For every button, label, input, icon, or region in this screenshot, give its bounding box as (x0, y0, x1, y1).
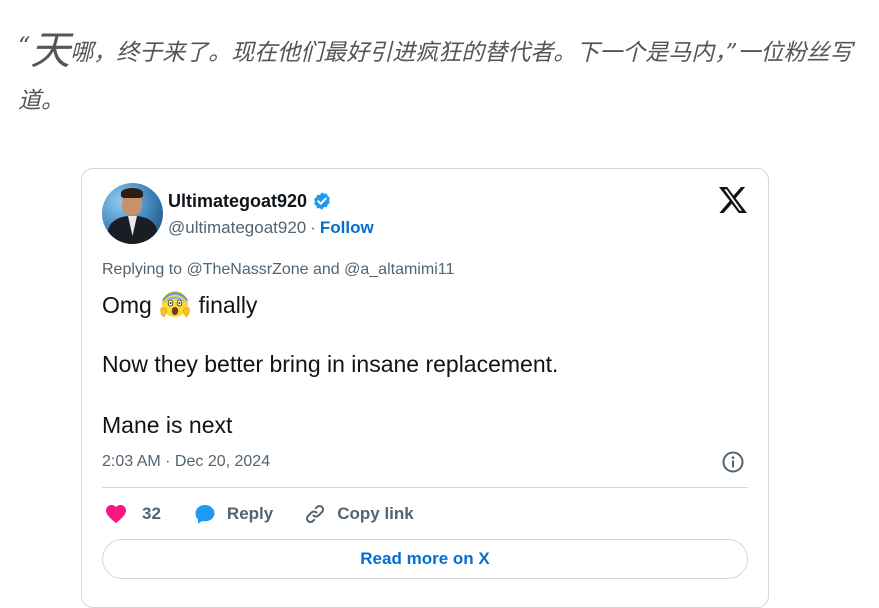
tweet-text-line-2: Now they better bring in insane replacem… (102, 351, 559, 377)
tweet-embed-card: Ultimategoat920 @ultimategoat920 · Follo… (81, 168, 769, 608)
tweet-text-line-3: Mane is next (102, 412, 233, 438)
verified-badge-icon (314, 192, 330, 210)
author-handle[interactable]: @ultimategoat920 (168, 218, 306, 238)
reply-label: Reply (226, 504, 274, 523)
copy-link-label: Copy link (337, 504, 414, 523)
quote-text: 哪，终于来了。现在他们最好引进疯狂的替代者。下一个是马内，”一位粉丝写道。 (18, 40, 853, 114)
like-count: 32 (142, 504, 161, 523)
tweet-word-omg: Omg (102, 292, 152, 318)
author-name-row: Ultimategoat920 (168, 190, 332, 212)
follow-button[interactable]: Follow (320, 218, 374, 238)
quote-dropcap: 天 (30, 28, 71, 74)
author-display-name[interactable]: Ultimategoat920 (168, 191, 307, 212)
action-bar: 32 Reply Copy link (104, 501, 414, 527)
tweet-timestamp[interactable]: 2:03 AM · Dec 20, 2024 (102, 453, 270, 471)
tweet-word-finally: finally (198, 292, 258, 318)
reply-bubble-icon (195, 505, 215, 524)
reply-button[interactable]: Reply (193, 502, 273, 526)
x-logo-icon[interactable] (718, 186, 748, 214)
tweet-text-line-1: Omg finally (102, 289, 257, 319)
article-quote: “天哪，终于来了。现在他们最好引进疯狂的替代者。下一个是马内，”一位粉丝写道。 (18, 22, 858, 125)
divider (102, 487, 748, 488)
screaming-face-emoji (160, 291, 190, 318)
heart-icon (106, 505, 126, 524)
copy-link-button[interactable]: Copy link (303, 502, 414, 526)
info-icon[interactable] (721, 450, 745, 474)
like-button[interactable]: 32 (104, 502, 161, 526)
author-handle-row: @ultimategoat920 · Follow (168, 217, 374, 239)
replying-to-text: Replying to @TheNassrZone and @a_altamim… (102, 261, 455, 278)
open-quote-mark: “ (18, 32, 31, 60)
link-icon (306, 504, 325, 524)
read-more-button[interactable]: Read more on X (102, 539, 748, 579)
handle-separator: · (310, 218, 316, 237)
avatar[interactable] (102, 183, 163, 244)
